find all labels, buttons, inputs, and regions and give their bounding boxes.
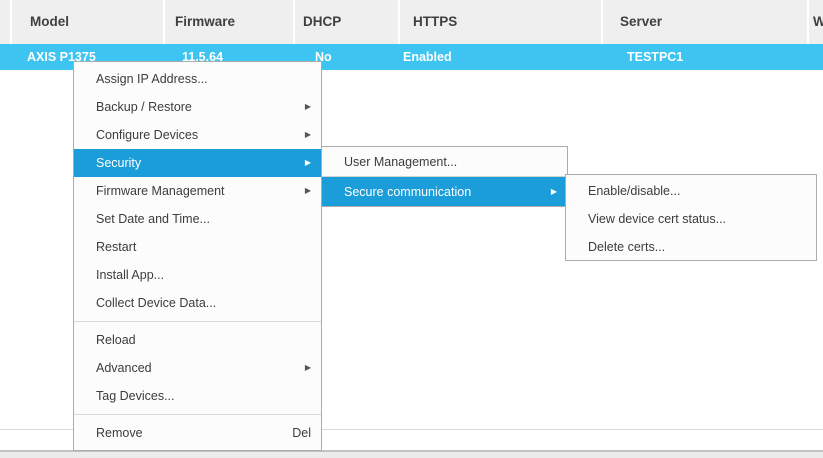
menu-item-user-management[interactable]: User Management... xyxy=(322,147,567,176)
security-submenu: User Management... Secure communication … xyxy=(321,146,568,207)
menu-item-delete-certs[interactable]: Delete certs... xyxy=(566,233,816,261)
menu-item-view-device-cert-status[interactable]: View device cert status... xyxy=(566,205,816,233)
submenu-arrow-icon: ▶ xyxy=(305,159,311,167)
menu-separator xyxy=(74,321,321,322)
cell-https: Enabled xyxy=(403,44,452,70)
column-header-https[interactable]: HTTPS xyxy=(413,0,457,44)
menu-item-tag-devices[interactable]: Tag Devices... xyxy=(74,382,321,410)
menu-item-remove[interactable]: Remove Del xyxy=(74,419,321,447)
cell-server: TESTPC1 xyxy=(627,44,683,70)
menu-item-configure-devices[interactable]: Configure Devices ▶ xyxy=(74,121,321,149)
menu-separator xyxy=(74,414,321,415)
menu-item-advanced[interactable]: Advanced ▶ xyxy=(74,354,321,382)
menu-item-firmware-management[interactable]: Firmware Management ▶ xyxy=(74,177,321,205)
shortcut-del: Del xyxy=(292,426,311,440)
column-header-firmware[interactable]: Firmware xyxy=(175,0,235,44)
submenu-arrow-icon: ▶ xyxy=(305,187,311,195)
menu-item-collect-device-data[interactable]: Collect Device Data... xyxy=(74,289,321,317)
submenu-arrow-icon: ▶ xyxy=(305,364,311,372)
device-manager-screen: Model Firmware DHCP HTTPS Server W AXIS … xyxy=(0,0,823,458)
column-resize-handle[interactable] xyxy=(398,0,400,44)
submenu-arrow-icon: ▶ xyxy=(305,131,311,139)
submenu-arrow-icon: ▶ xyxy=(551,188,557,196)
device-context-menu: Assign IP Address... Backup / Restore ▶ … xyxy=(73,61,322,451)
column-resize-handle[interactable] xyxy=(807,0,809,44)
menu-item-restart[interactable]: Restart xyxy=(74,233,321,261)
menu-item-install-app[interactable]: Install App... xyxy=(74,261,321,289)
menu-item-assign-ip-address[interactable]: Assign IP Address... xyxy=(74,65,321,93)
status-strip xyxy=(0,450,823,458)
column-resize-handle[interactable] xyxy=(10,0,12,44)
column-resize-handle[interactable] xyxy=(601,0,603,44)
submenu-arrow-icon: ▶ xyxy=(305,103,311,111)
menu-item-enable-disable[interactable]: Enable/disable... xyxy=(566,177,816,205)
device-table-header: Model Firmware DHCP HTTPS Server W xyxy=(0,0,823,44)
column-resize-handle[interactable] xyxy=(293,0,295,44)
column-header-dhcp[interactable]: DHCP xyxy=(303,0,341,44)
column-header-partial[interactable]: W xyxy=(813,0,823,44)
secure-communication-submenu: Enable/disable... View device cert statu… xyxy=(565,174,817,261)
menu-item-secure-communication[interactable]: Secure communication ▶ xyxy=(322,177,567,206)
menu-item-security[interactable]: Security ▶ xyxy=(74,149,321,177)
menu-item-set-date-and-time[interactable]: Set Date and Time... xyxy=(74,205,321,233)
column-resize-handle[interactable] xyxy=(163,0,165,44)
menu-item-reload[interactable]: Reload xyxy=(74,326,321,354)
column-header-model[interactable]: Model xyxy=(30,0,69,44)
menu-item-backup-restore[interactable]: Backup / Restore ▶ xyxy=(74,93,321,121)
column-header-server[interactable]: Server xyxy=(620,0,662,44)
